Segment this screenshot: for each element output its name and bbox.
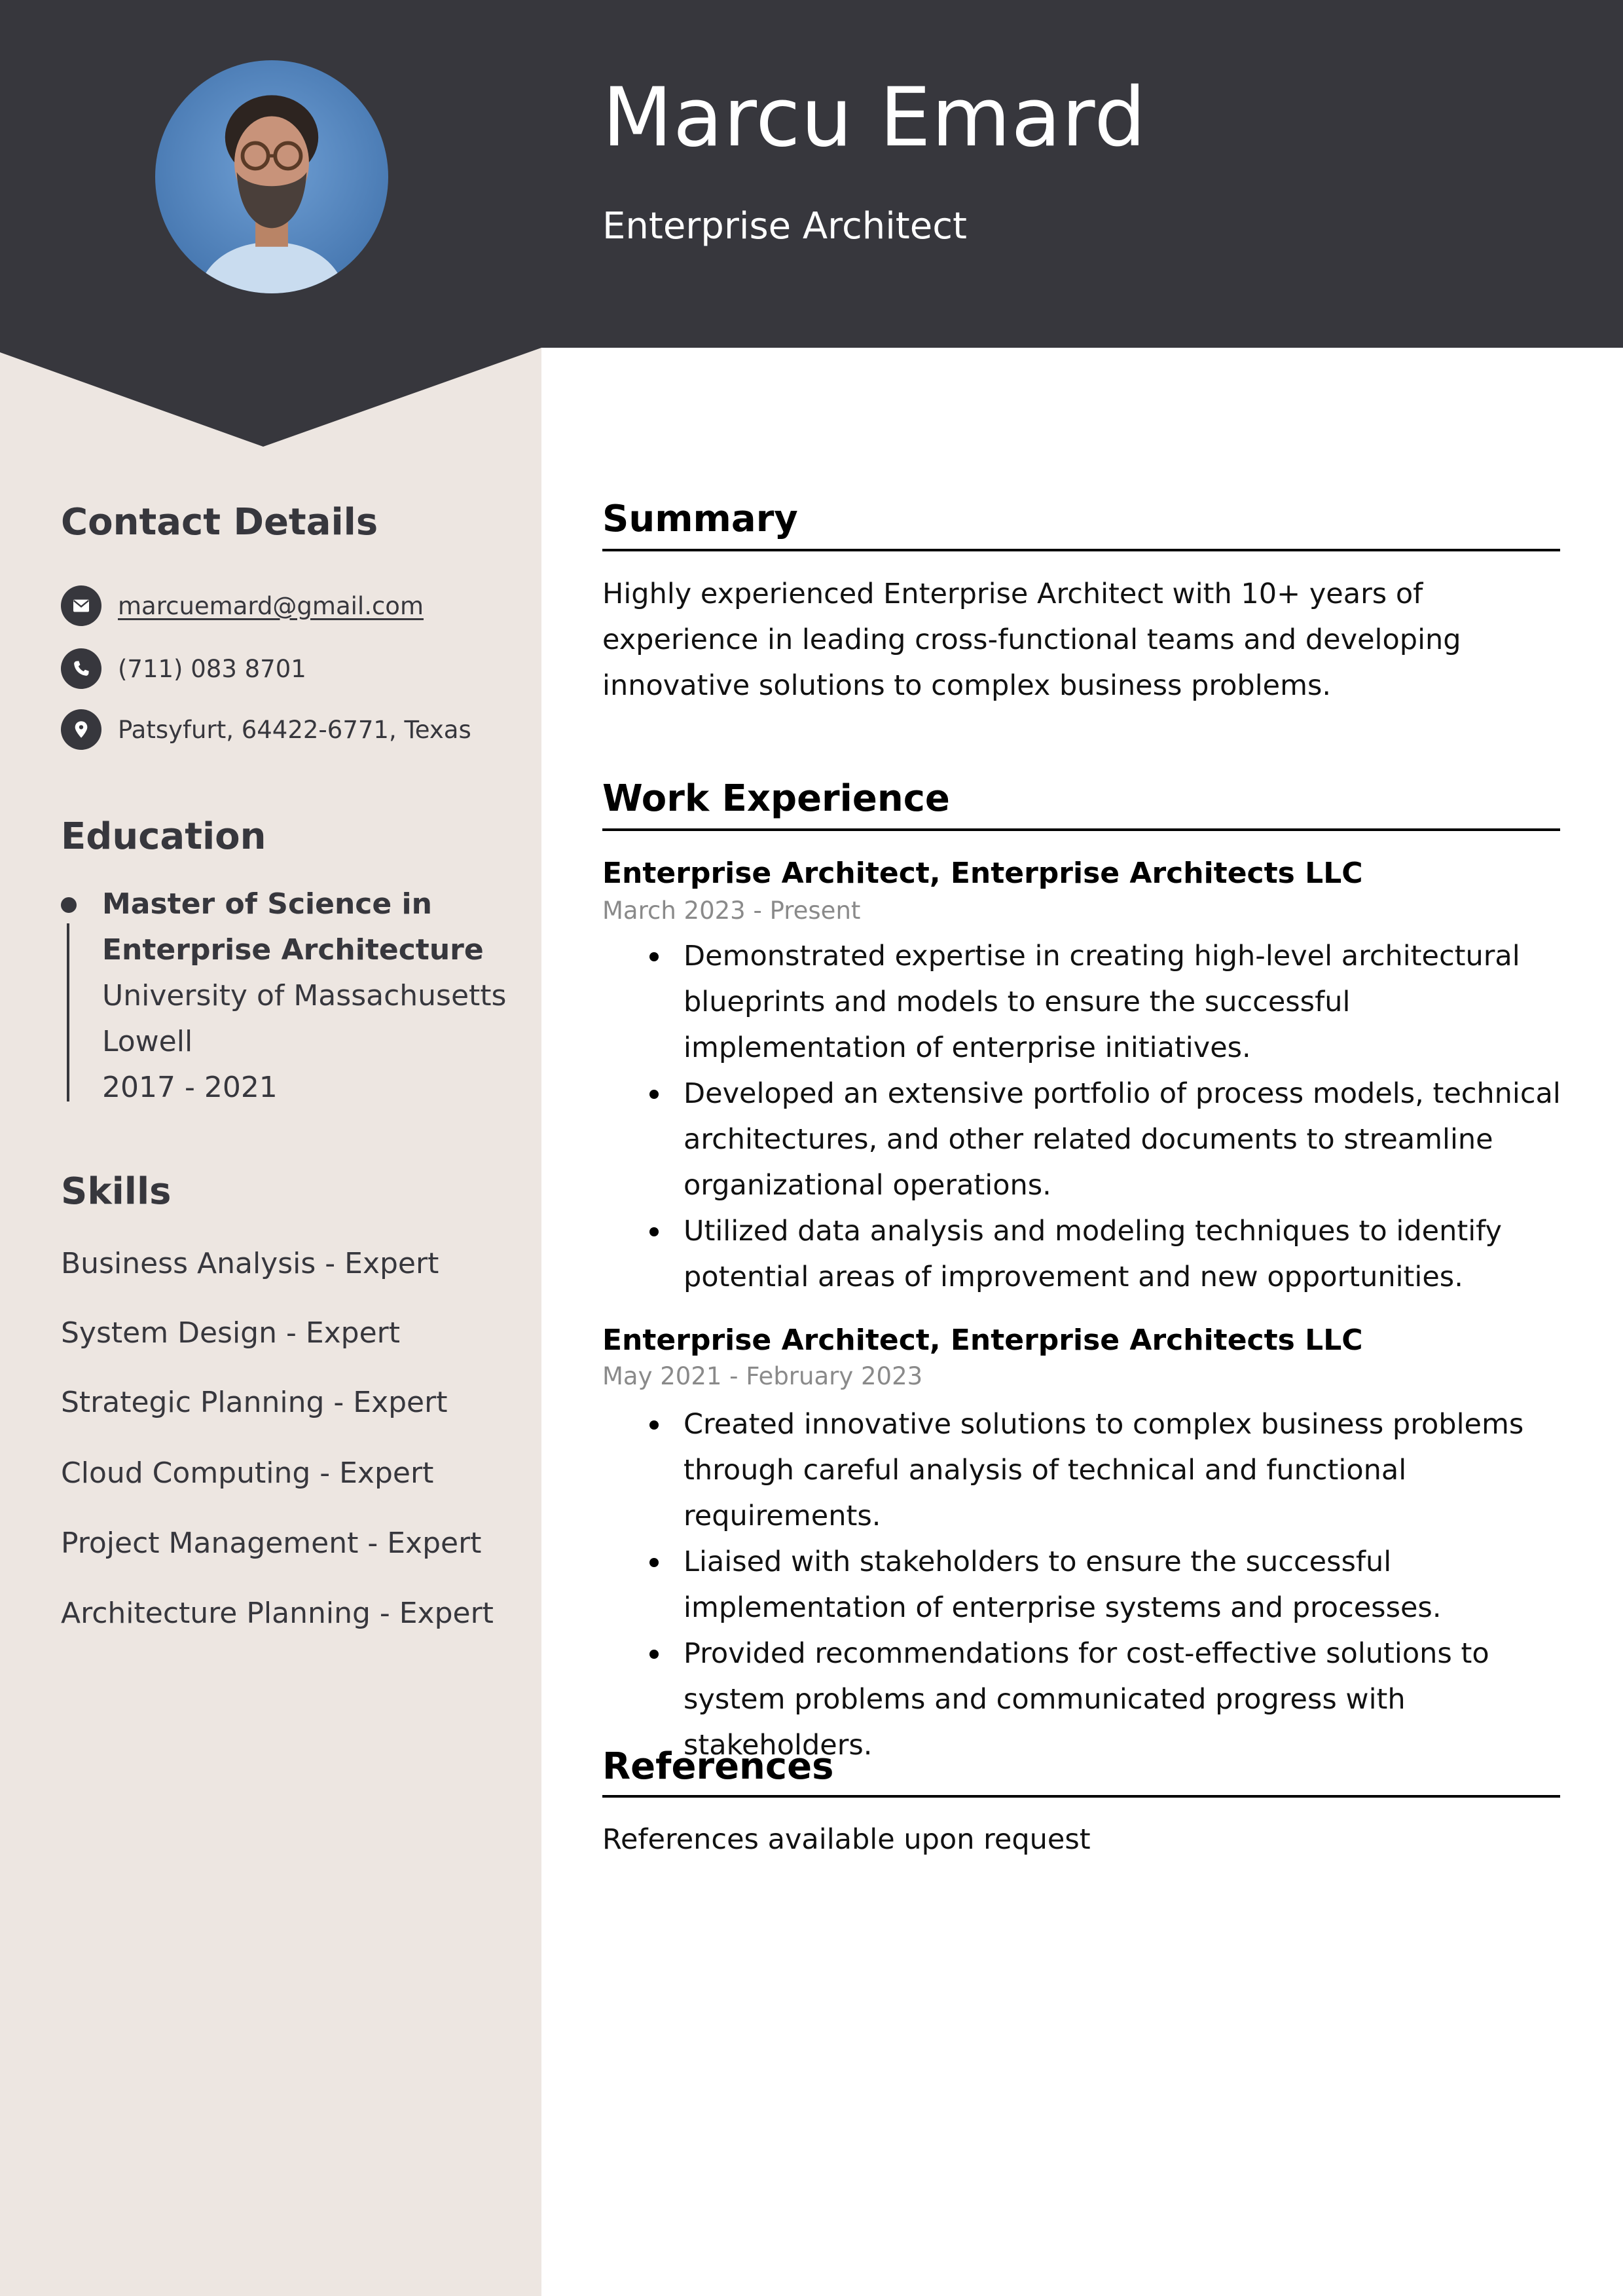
contact-address: Patsyfurt, 64422-6771, Texas <box>61 709 471 750</box>
header-chevron <box>0 347 541 447</box>
education-school: University of Massachusetts Lowell <box>102 979 507 1058</box>
job-bullet: Utilized data analysis and modeling tech… <box>649 1208 1574 1300</box>
phone-number: (711) 083 8701 <box>118 654 306 683</box>
skill-item: Strategic Planning - Expert <box>61 1386 448 1419</box>
experience-heading: Work Experience <box>602 777 950 820</box>
skill-item: Business Analysis - Expert <box>61 1247 439 1280</box>
job-title: Enterprise Architect, Enterprise Archite… <box>602 1324 1363 1357</box>
address: Patsyfurt, 64422-6771, Texas <box>118 715 471 744</box>
skill-item: Cloud Computing - Expert <box>61 1456 434 1490</box>
skill-item: Project Management - Expert <box>61 1527 482 1560</box>
email-link[interactable]: marcuemard@gmail.com <box>118 592 424 620</box>
section-divider <box>602 549 1560 551</box>
candidate-title: Enterprise Architect <box>602 205 967 248</box>
job-bullet: Liaised with stakeholders to ensure the … <box>649 1539 1574 1631</box>
references-heading: References <box>602 1745 834 1788</box>
job-dates: May 2021 - February 2023 <box>602 1362 923 1390</box>
timeline-dot-icon <box>61 897 77 913</box>
job-bullet: Developed an extensive portfolio of proc… <box>649 1071 1574 1208</box>
education-entry: Master of Science in Enterprise Architec… <box>102 881 521 1111</box>
job-title: Enterprise Architect, Enterprise Archite… <box>602 857 1363 890</box>
summary-text: Highly experienced Enterprise Architect … <box>602 578 1461 702</box>
job-dates: March 2023 - Present <box>602 897 861 925</box>
candidate-name: Marcu Emard <box>602 71 1147 165</box>
job-bullets: Demonstrated expertise in creating high-… <box>649 933 1574 1300</box>
job-bullet: Created innovative solutions to complex … <box>649 1401 1574 1539</box>
job-bullet: Demonstrated expertise in creating high-… <box>649 933 1574 1071</box>
contact-email[interactable]: marcuemard@gmail.com <box>61 585 424 626</box>
education-degree: Master of Science in Enterprise Architec… <box>102 887 484 967</box>
location-pin-icon <box>61 709 101 750</box>
portrait-image-icon <box>155 60 388 293</box>
section-divider <box>602 828 1560 831</box>
timeline-line <box>67 923 69 1102</box>
references-text: References available upon request <box>602 1823 1091 1856</box>
phone-icon <box>61 648 101 689</box>
profile-photo <box>155 60 388 293</box>
contact-phone: (711) 083 8701 <box>61 648 306 689</box>
skill-item: Architecture Planning - Expert <box>61 1597 494 1630</box>
job-bullets: Created innovative solutions to complex … <box>649 1401 1574 1768</box>
envelope-icon <box>61 585 101 626</box>
skills-heading: Skills <box>61 1170 172 1213</box>
skill-item: System Design - Expert <box>61 1316 401 1350</box>
summary-heading: Summary <box>602 498 798 540</box>
education-heading: Education <box>61 815 266 858</box>
education-years: 2017 - 2021 <box>102 1071 278 1104</box>
section-divider <box>602 1795 1560 1798</box>
contact-heading: Contact Details <box>61 501 378 544</box>
